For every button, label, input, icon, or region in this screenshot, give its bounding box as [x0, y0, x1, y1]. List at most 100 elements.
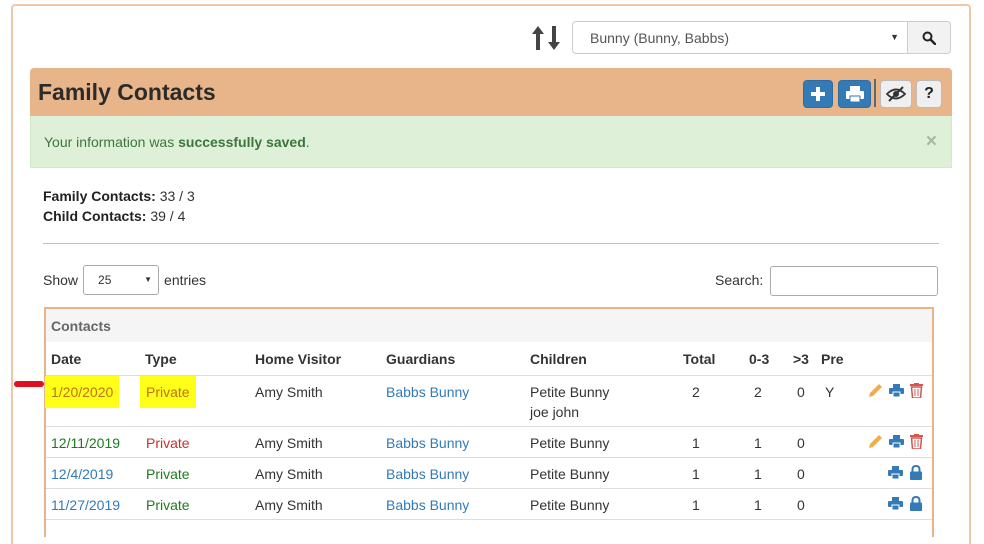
row-child: joe john: [530, 404, 580, 420]
trash-icon[interactable]: [910, 434, 923, 449]
row-date[interactable]: 11/27/2019: [51, 497, 120, 513]
col-header-0-3[interactable]: 0-3: [749, 351, 769, 367]
row-actions: [868, 434, 923, 449]
table-length-control: Show 25 ▼ entries: [43, 265, 206, 295]
alert-prefix: Your information was: [44, 134, 179, 150]
search-label: Search:: [715, 272, 764, 288]
row-0-3: 2: [754, 384, 762, 400]
row-actions: [868, 383, 923, 398]
show-label: Show: [43, 272, 79, 288]
sort-icon[interactable]: [530, 24, 564, 52]
row-home-visitor: Amy Smith: [255, 466, 323, 482]
print-icon[interactable]: [888, 496, 903, 511]
print-icon: [845, 86, 864, 103]
add-contact-button[interactable]: [803, 80, 833, 108]
row-date[interactable]: 12/11/2019: [51, 435, 120, 451]
help-icon: ?: [924, 85, 934, 102]
row-date[interactable]: 12/4/2019: [51, 466, 113, 482]
contact-counts: Family Contacts: 33 / 3 Child Contacts: …: [43, 186, 195, 226]
row-0-3: 1: [754, 497, 762, 513]
row-total: 2: [692, 384, 700, 400]
pencil-icon[interactable]: [868, 434, 883, 449]
row-guardians[interactable]: Babbs Bunny: [386, 466, 469, 482]
plus-icon: [811, 87, 825, 101]
toggle-visibility-button[interactable]: [880, 80, 912, 108]
row-gt3: 0: [797, 497, 805, 513]
child-select-value: Bunny (Bunny, Babbs): [590, 30, 730, 46]
help-button[interactable]: ?: [916, 80, 942, 108]
header-divider: [874, 79, 876, 107]
entries-select-value: 25: [98, 273, 112, 287]
separator: [43, 243, 939, 244]
row-0-3: 1: [754, 466, 762, 482]
row-gt3: 0: [797, 384, 805, 400]
row-child: Petite Bunny: [530, 466, 610, 482]
success-alert: Your information was successfully saved.…: [30, 116, 952, 168]
col-header-date[interactable]: Date: [51, 351, 81, 367]
family-contacts-value: 33 / 3: [159, 188, 195, 204]
row-actions: [888, 465, 923, 480]
row-gt3: 0: [797, 435, 805, 451]
print-button[interactable]: [838, 80, 871, 108]
row-home-visitor: Amy Smith: [255, 384, 323, 400]
alert-suffix: .: [305, 134, 310, 150]
row-gt3: 0: [797, 466, 805, 482]
child-contacts-label: Child Contacts:: [43, 208, 147, 224]
child-select[interactable]: Bunny (Bunny, Babbs) ▼: [572, 21, 908, 54]
row-type: Private: [146, 497, 190, 513]
pencil-icon[interactable]: [868, 383, 883, 398]
row-guardians[interactable]: Babbs Bunny: [386, 384, 469, 400]
eye-slash-icon: [886, 86, 906, 102]
col-header-children[interactable]: Children: [530, 351, 587, 367]
row-divider: [46, 488, 932, 489]
row-0-3: 1: [754, 435, 762, 451]
search-icon: [922, 31, 936, 45]
row-child: Petite Bunny: [530, 497, 610, 513]
family-contacts-label: Family Contacts:: [43, 188, 156, 204]
col-header-total[interactable]: Total: [683, 351, 715, 367]
col-header-pre[interactable]: Pre: [821, 351, 844, 367]
page-title: Family Contacts: [38, 79, 216, 105]
close-icon[interactable]: ×: [926, 131, 937, 153]
trash-icon[interactable]: [910, 383, 923, 398]
row-divider: [46, 519, 932, 520]
print-icon[interactable]: [888, 465, 903, 480]
col-header-type[interactable]: Type: [145, 351, 177, 367]
red-annotation-mark: [14, 381, 44, 387]
row-child: Petite Bunny: [530, 435, 610, 451]
child-contacts-value: 39 / 4: [150, 208, 186, 224]
row-home-visitor: Amy Smith: [255, 497, 323, 513]
lock-icon[interactable]: [909, 496, 923, 511]
row-total: 1: [692, 435, 700, 451]
row-pre: Y: [825, 384, 835, 400]
row-child: Petite Bunny: [530, 384, 610, 400]
chevron-down-icon: ▼: [144, 275, 153, 284]
chevron-down-icon: ▼: [890, 32, 899, 42]
page-header: Family Contacts ?: [30, 68, 952, 116]
row-actions: [888, 496, 923, 511]
row-total: 1: [692, 497, 700, 513]
print-icon[interactable]: [889, 434, 904, 449]
row-type: Private: [146, 466, 190, 482]
row-divider: [46, 457, 932, 458]
row-type: Private: [146, 435, 190, 451]
entries-select[interactable]: 25 ▼: [83, 265, 160, 295]
search-button[interactable]: [907, 21, 951, 54]
lock-icon[interactable]: [909, 465, 923, 480]
row-divider: [46, 426, 932, 427]
col-header-home-visitor[interactable]: Home Visitor: [255, 351, 341, 367]
alert-strong: successfully saved: [178, 134, 306, 150]
contacts-table: Contacts Date Type Home Visitor Guardian…: [44, 307, 934, 537]
entries-label: entries: [164, 272, 207, 288]
row-guardians[interactable]: Babbs Bunny: [386, 497, 469, 513]
print-icon[interactable]: [889, 383, 904, 398]
row-date[interactable]: 1/20/2020: [45, 376, 120, 408]
row-total: 1: [692, 466, 700, 482]
table-caption: Contacts: [46, 309, 932, 342]
col-header-guardians[interactable]: Guardians: [386, 351, 455, 367]
search-input[interactable]: [770, 266, 938, 296]
row-type: Private: [140, 376, 196, 408]
row-home-visitor: Amy Smith: [255, 435, 323, 451]
row-guardians[interactable]: Babbs Bunny: [386, 435, 469, 451]
col-header-gt3[interactable]: >3: [793, 351, 809, 367]
